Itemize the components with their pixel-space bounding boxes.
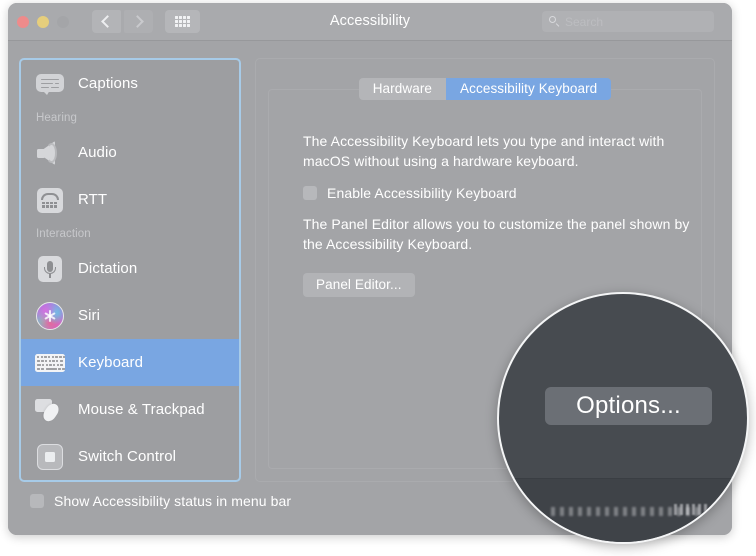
enable-accessibility-keyboard-label: Enable Accessibility Keyboard — [327, 185, 517, 201]
mouse-trackpad-icon — [35, 395, 65, 425]
sidebar-item-rtt[interactable]: RTT — [21, 176, 239, 223]
sidebar-item-label: Dictation — [78, 260, 138, 277]
enable-accessibility-keyboard-row[interactable]: Enable Accessibility Keyboard — [303, 185, 517, 201]
show-accessibility-status-checkbox[interactable] — [30, 494, 44, 508]
sidebar-item-label: RTT — [78, 191, 108, 208]
search-icon — [549, 16, 560, 28]
options-button[interactable]: Options... — [545, 387, 712, 425]
window-titlebar: Accessibility Search — [8, 3, 732, 41]
sidebar-item-audio[interactable]: Audio — [21, 129, 239, 176]
panel-editor-button[interactable]: Panel Editor... — [303, 273, 415, 297]
accessibility-keyboard-description: The Accessibility Keyboard lets you type… — [303, 133, 665, 169]
sidebar-item-captions[interactable]: Captions — [21, 60, 239, 107]
sidebar-item-switch-control[interactable]: Switch Control — [21, 433, 239, 480]
enable-accessibility-keyboard-checkbox[interactable] — [303, 186, 317, 200]
tab-accessibility-keyboard[interactable]: Accessibility Keyboard — [446, 78, 612, 100]
sidebar-item-siri[interactable]: Siri — [21, 292, 239, 339]
panel-editor-description: The Panel Editor allows you to customize… — [303, 216, 690, 252]
sidebar-item-mouse-trackpad[interactable]: Mouse & Trackpad — [21, 386, 239, 433]
sidebar-item-label: Siri — [78, 307, 101, 324]
sidebar-item-label: Audio — [78, 144, 117, 161]
sidebar-item-label: Keyboard — [78, 354, 144, 371]
sidebar-item-label: Switch Control — [78, 448, 177, 465]
switch-control-icon — [35, 442, 65, 472]
keyboard-icon — [35, 348, 66, 378]
sidebar-list: Captions Hearing Audio RTT Interaction D… — [21, 60, 239, 480]
accessibility-sidebar[interactable]: Captions Hearing Audio RTT Interaction D… — [19, 58, 241, 482]
tab-hardware[interactable]: Hardware — [358, 78, 447, 100]
sidebar-section-interaction: Interaction — [36, 228, 91, 240]
search-field[interactable]: Search — [542, 11, 714, 32]
show-accessibility-status-row[interactable]: Show Accessibility status in menu bar — [30, 493, 291, 509]
siri-orb-icon — [35, 301, 65, 331]
sidebar-item-label: Captions — [78, 75, 139, 92]
sidebar-section-hearing: Hearing — [36, 112, 77, 124]
magnifier-blurred-text-secondary — [674, 504, 710, 515]
tab-bar: Hardware Accessibility Keyboard — [256, 78, 714, 100]
sidebar-item-dictation[interactable]: Dictation — [21, 245, 239, 292]
screenshot-root: Accessibility Search Captions Hearing Au… — [0, 0, 756, 556]
microphone-icon — [35, 254, 65, 284]
captions-icon — [35, 69, 65, 99]
audio-speaker-icon — [35, 138, 65, 168]
show-accessibility-status-label: Show Accessibility status in menu bar — [54, 493, 292, 509]
sidebar-item-keyboard[interactable]: Keyboard — [21, 339, 239, 386]
search-placeholder: Search — [565, 14, 604, 29]
magnifier-callout: Options... — [497, 292, 749, 544]
sidebar-item-label: Mouse & Trackpad — [78, 401, 205, 418]
rtt-phone-icon — [35, 185, 65, 215]
